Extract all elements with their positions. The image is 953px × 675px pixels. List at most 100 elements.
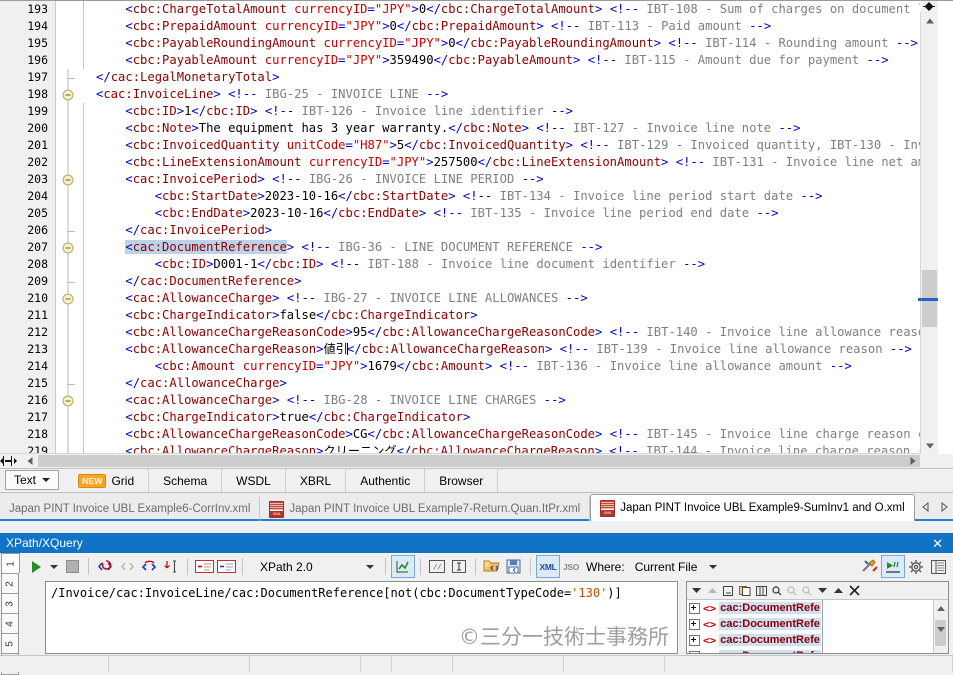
columns-icon[interactable] <box>756 585 767 596</box>
result-row[interactable]: <>cac:DocumentRefe <box>687 616 822 632</box>
results-value-column[interactable] <box>823 600 948 653</box>
results-body[interactable]: <> cac:DocumentRefe <> cac:DocumentRefe <> ca… <box>687 600 948 653</box>
tab-wsdl[interactable]: WSDL <box>222 469 286 492</box>
code-text[interactable]: <cbc:LineExtensionAmount currencyID="JPY… <box>92 154 920 171</box>
expand-all-icon[interactable] <box>817 586 828 595</box>
tab-scroll-right-icon[interactable] <box>940 502 949 512</box>
results-vertical-scrollbar[interactable] <box>933 600 948 653</box>
code-line[interactable]: 215 </cac:AllowanceCharge> <box>0 375 920 392</box>
code-text[interactable]: <cac:InvoicePeriod> <!-- IBG-26 - INVOIC… <box>92 171 920 188</box>
xpath-expression-input[interactable]: /Invoice/cac:InvoiceLine/cac:DocumentRef… <box>45 581 678 654</box>
document-tab[interactable]: Japan PINT Invoice UBL Example6-CorrInv.… <box>0 497 261 521</box>
close-icon[interactable]: ✕ <box>932 537 947 550</box>
tab-scroll-left-icon[interactable] <box>921 502 930 512</box>
code-text[interactable]: <cbc:AllowanceChargeReasonCode>CG</cbc:A… <box>92 426 920 443</box>
insert-at-cursor-icon[interactable] <box>160 556 182 577</box>
editor-vertical-scrollbar[interactable] <box>920 12 938 454</box>
results-node-column[interactable]: <> cac:DocumentRefe <> cac:DocumentRefe <> ca… <box>687 600 823 653</box>
code-text[interactable]: </cac:AllowanceCharge> <box>92 375 920 392</box>
code-text[interactable]: </cac:DocumentReference> <box>92 273 920 290</box>
tab-xbrl[interactable]: XBRL <box>286 469 347 492</box>
tab-browser[interactable]: Browser <box>425 469 499 492</box>
show-errors-red-icon[interactable] <box>193 556 215 577</box>
expand-icon[interactable] <box>689 634 700 646</box>
text-cursor-icon[interactable] <box>448 556 470 577</box>
fold-marker[interactable] <box>55 171 80 188</box>
result-row[interactable]: <>cac:DocumentRefe <box>687 600 822 616</box>
code-line[interactable]: 210 <cac:AllowanceCharge> <!-- IBG-27 - … <box>0 290 920 307</box>
tab-authentic[interactable]: Authentic <box>346 469 426 492</box>
code-line[interactable]: 200 <cbc:Note>The equipment has 3 year w… <box>0 120 920 137</box>
horizontal-scroll-thumb[interactable] <box>38 455 922 467</box>
view-tabs-container[interactable]: Text NEW Grid Schema WSDL XBRL Authentic… <box>0 469 953 492</box>
xpath-toolbar[interactable]: XPath 2.0 // XML JSO Where: Current File <box>21 553 953 580</box>
code-line[interactable]: 216 <cac:AllowanceCharge> <!-- IBG-28 - … <box>0 392 920 409</box>
code-text[interactable]: <cac:InvoiceLine> <!-- IBG-25 - INVOICE … <box>92 86 920 103</box>
results-scroll-thumb[interactable] <box>935 620 946 646</box>
code-line[interactable]: 209 </cac:DocumentReference> <box>0 273 920 290</box>
copy-all-icon[interactable] <box>739 585 751 596</box>
code-line[interactable]: 195 <cbc:PayableRoundingAmount currencyI… <box>0 35 920 52</box>
code-text[interactable]: </cac:LegalMonetaryTotal> <box>92 69 920 86</box>
document-tab-nav[interactable] <box>921 497 949 517</box>
result-row[interactable]: <>cac:DocumentRefe <box>687 648 822 653</box>
code-text[interactable]: <cbc:PayableRoundingAmount currencyID="J… <box>92 35 920 52</box>
execute-dropdown-icon[interactable] <box>47 556 61 577</box>
scroll-down-button[interactable] <box>921 437 938 454</box>
code-line[interactable]: 213 <cbc:AllowanceChargeReason>値引</cbc:A… <box>0 341 920 358</box>
code-text[interactable]: <cbc:InvoicedQuantity unitCode="H87">5</… <box>92 137 920 154</box>
tab-grid[interactable]: NEW Grid <box>64 469 150 492</box>
document-tab[interactable]: Japan PINT Invoice UBL Example9-SumInv1 … <box>590 494 915 521</box>
code-line[interactable]: 208 <cbc:ID>D001-1</cbc:ID> <!-- IBT-188… <box>0 256 920 273</box>
code-line[interactable]: 199 <cbc:ID>1</cbc:ID> <!-- IBT-126 - In… <box>0 103 920 120</box>
editor-scroll-area[interactable]: 193 <cbc:ChargeTotalAmount currencyID="J… <box>0 1 920 454</box>
tab-schema[interactable]: Schema <box>149 469 223 492</box>
show-info-blue-icon[interactable] <box>215 556 237 577</box>
document-tab[interactable]: Japan PINT Invoice UBL Example7-Return.Q… <box>260 497 591 521</box>
xpath-window-tab-4[interactable]: 4 <box>1 613 19 633</box>
code-line[interactable]: 197 </cac:LegalMonetaryTotal> <box>0 69 920 86</box>
code-line[interactable]: 207 <cac:DocumentReference> <!-- IBG-36 … <box>0 239 920 256</box>
code-line[interactable]: 206 </cac:InvoicePeriod> <box>0 222 920 239</box>
collapse-all-icon[interactable] <box>833 586 844 595</box>
gear-icon[interactable] <box>905 556 927 577</box>
evaluate-on-typing-icon[interactable] <box>881 555 905 578</box>
xml-output-icon[interactable]: XML <box>536 555 560 578</box>
code-text[interactable]: <cbc:PayableAmount currencyID="JPY">3594… <box>92 52 920 69</box>
next-result-icon[interactable] <box>691 586 702 595</box>
copy-result-icon[interactable] <box>723 585 734 596</box>
scroll-right-button[interactable] <box>905 454 920 468</box>
code-text[interactable]: <cac:AllowanceCharge> <!-- IBG-28 - INVO… <box>92 392 920 409</box>
stop-button[interactable] <box>61 556 83 577</box>
code-line[interactable]: 214 <cbc:Amount currencyID="JPY">1679</c… <box>0 358 920 375</box>
document-tabbar[interactable]: Japan PINT Invoice UBL Example6-CorrInv.… <box>0 493 953 521</box>
view-mode-tabbar[interactable]: Text NEW Grid Schema WSDL XBRL Authentic… <box>0 468 953 493</box>
code-line[interactable]: 202 <cbc:LineExtensionAmount currencyID=… <box>0 154 920 171</box>
xpath-results-pane[interactable]: <> cac:DocumentRefe <> cac:DocumentRefe <> ca… <box>686 581 949 654</box>
expand-icon[interactable] <box>689 650 700 653</box>
xpath-window-tab-2[interactable]: 2 <box>1 573 19 593</box>
code-line[interactable]: 196 <cbc:PayableAmount currencyID="JPY">… <box>0 52 920 69</box>
xpath-version-select[interactable]: XPath 2.0 <box>254 557 380 576</box>
open-file-icon[interactable] <box>481 556 503 577</box>
code-line[interactable]: 198 <cac:InvoiceLine> <!-- IBG-25 - INVOI… <box>0 86 920 103</box>
scroll-left-button[interactable] <box>22 454 37 468</box>
tab-text[interactable]: Text <box>5 470 60 490</box>
previous-result-icon[interactable] <box>707 586 718 595</box>
xpath-window-tab-3[interactable]: 3 <box>1 593 19 613</box>
editor-horizontal-scrollbar[interactable] <box>0 453 922 468</box>
code-lines[interactable]: 193 <cbc:ChargeTotalAmount currencyID="J… <box>0 1 920 454</box>
reevaluate-icon[interactable] <box>138 556 160 577</box>
document-tabs-container[interactable]: Japan PINT Invoice UBL Example6-CorrInv.… <box>0 493 953 521</box>
code-text[interactable]: <cbc:StartDate>2023-10-16</cbc:StartDate… <box>92 188 920 205</box>
code-text[interactable]: <cbc:Amount currencyID="JPY">1679</cbc:A… <box>92 358 920 375</box>
fold-marker[interactable] <box>55 392 80 409</box>
json-output-icon[interactable]: JSO <box>560 556 582 577</box>
code-line[interactable]: 211 <cbc:ChargeIndicator>false</cbc:Char… <box>0 307 920 324</box>
xml-text-editor[interactable]: 193 <cbc:ChargeTotalAmount currencyID="J… <box>0 0 953 468</box>
code-text[interactable]: <cac:DocumentReference> <!-- IBG-36 - LI… <box>92 239 920 256</box>
code-line[interactable]: 203 <cac:InvoicePeriod> <!-- IBG-26 - IN… <box>0 171 920 188</box>
fold-marker[interactable] <box>55 86 80 103</box>
code-text[interactable]: <cbc:ChargeIndicator>true</cbc:ChargeInd… <box>92 409 920 426</box>
results-toolbar[interactable] <box>687 582 948 600</box>
